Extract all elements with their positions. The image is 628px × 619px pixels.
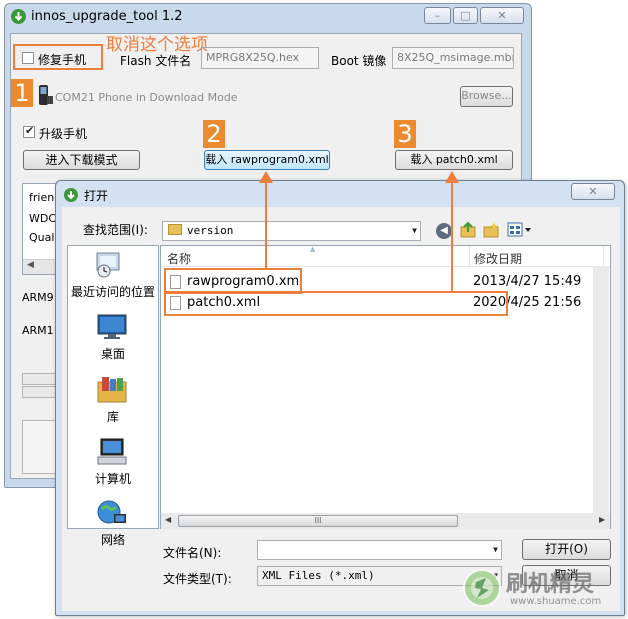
arrow-2-head [259,171,273,183]
watermark-url: www.shuame.com [510,596,602,607]
annotation-arrows [259,171,459,291]
shuame-watermark: 刷机精灵 www.shuame.com [462,566,622,616]
arrow-3-head [445,171,459,183]
shuame-logo-icon [462,568,502,608]
watermark-brand: 刷机精灵 [506,572,595,597]
